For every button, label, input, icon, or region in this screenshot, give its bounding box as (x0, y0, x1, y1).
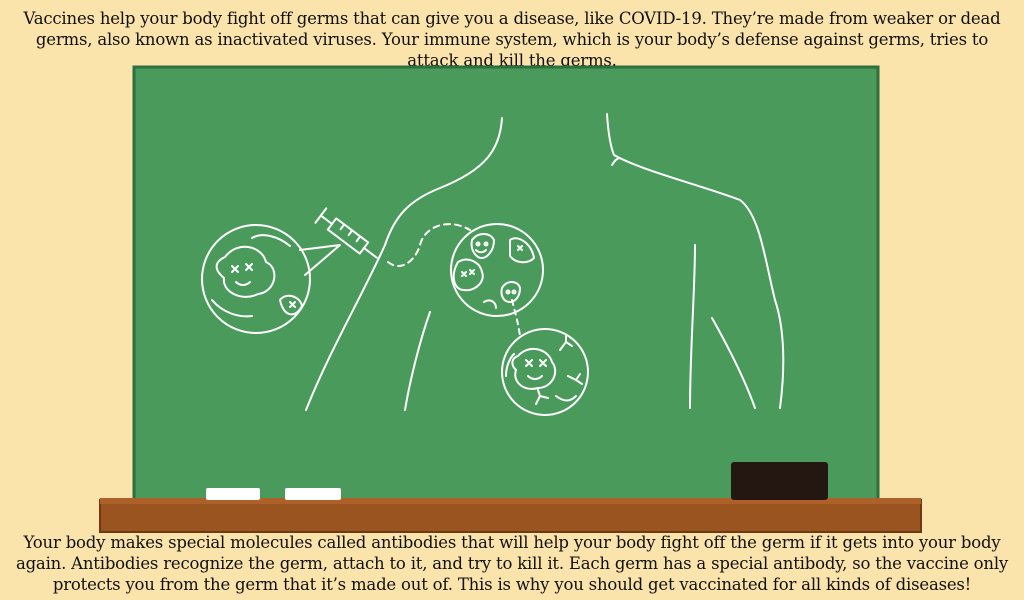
chalkboard-illustration (99, 65, 922, 533)
chalk-ledge (99, 499, 922, 533)
outro-paragraph: Your body makes special molecules called… (15, 533, 1009, 594)
chalk-piece-2[interactable] (285, 488, 341, 500)
chalk-piece-1[interactable] (206, 488, 260, 500)
eraser[interactable] (731, 462, 828, 500)
